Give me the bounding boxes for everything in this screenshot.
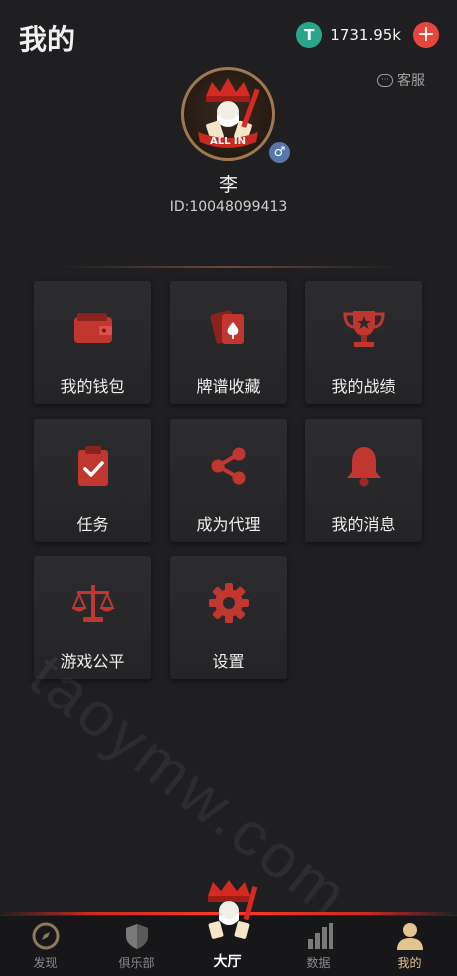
tab-hall-label: 大厅 <box>213 954 242 970</box>
balance-value: 1731.95k <box>330 26 401 44</box>
bar-chart-icon <box>308 923 333 949</box>
watermark: taoymw.com <box>16 640 363 932</box>
tasks-tile[interactable]: 任务 <box>34 419 151 542</box>
shield-icon <box>126 924 148 949</box>
hand-collection-label: 牌谱收藏 <box>196 377 261 396</box>
page-title: 我的 <box>19 23 76 56</box>
username: 李 <box>218 174 238 196</box>
wallet-tile[interactable]: 我的钱包 <box>34 281 151 404</box>
balance-area: T 1731.95k + <box>296 20 439 50</box>
compass-icon <box>32 922 60 950</box>
avatar[interactable]: ALL IN <box>181 67 275 161</box>
tasks-label: 任务 <box>76 515 109 534</box>
tether-coin-icon: T <box>296 22 323 48</box>
tab-data-label: 数据 <box>306 956 331 970</box>
tab-discover-label: 发现 <box>33 956 58 970</box>
game-record-label: 我的战绩 <box>331 377 396 396</box>
customer-service-label: 客服 <box>397 73 425 89</box>
svg-text:ALL IN: ALL IN <box>210 136 246 147</box>
clipboard-check-icon <box>34 441 151 491</box>
trophy-icon <box>305 303 422 353</box>
become-agent-tile[interactable]: 成为代理 <box>170 419 287 542</box>
bell-icon <box>305 441 422 491</box>
user-icon <box>397 923 423 950</box>
messages-label: 我的消息 <box>331 515 396 534</box>
settings-tile[interactable]: 设置 <box>170 556 287 679</box>
hand-collection-tile[interactable]: 牌谱收藏 <box>170 281 287 404</box>
wallet-icon <box>34 303 151 353</box>
gear-icon <box>170 578 287 628</box>
share-icon <box>170 441 287 491</box>
divider <box>60 266 397 268</box>
tab-data[interactable]: 数据 <box>273 916 364 976</box>
tab-club-label: 俱乐部 <box>118 956 155 970</box>
game-fairness-tile[interactable]: 游戏公平 <box>34 556 151 679</box>
customer-service-link[interactable]: ··· 客服 <box>377 70 425 90</box>
add-funds-button[interactable]: + <box>413 22 439 48</box>
tab-club[interactable]: 俱乐部 <box>91 916 182 976</box>
tab-mine-label: 我的 <box>397 956 422 970</box>
playing-cards-icon <box>170 303 287 353</box>
all-in-king-logo-icon: ALL IN <box>198 78 260 148</box>
become-agent-label: 成为代理 <box>196 515 261 534</box>
settings-label: 设置 <box>212 652 245 671</box>
male-gender-icon: ♂ <box>269 142 290 163</box>
tab-mine[interactable]: 我的 <box>364 916 455 976</box>
game-fairness-label: 游戏公平 <box>60 652 125 671</box>
user-id: ID:10048099413 <box>169 199 288 215</box>
balance-scale-icon <box>34 578 151 628</box>
game-record-tile[interactable]: 我的战绩 <box>305 281 422 404</box>
messages-tile[interactable]: 我的消息 <box>305 419 422 542</box>
header: 我的 T 1731.95k + <box>0 0 457 70</box>
hall-king-logo-icon[interactable] <box>200 878 258 948</box>
tab-discover[interactable]: 发现 <box>0 916 91 976</box>
wallet-label: 我的钱包 <box>60 377 125 396</box>
chat-bubble-icon: ··· <box>377 73 393 87</box>
